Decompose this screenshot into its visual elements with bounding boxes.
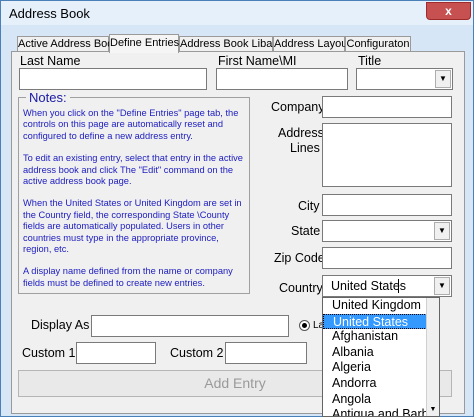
company-label: Company xyxy=(271,100,325,114)
state-label: State xyxy=(291,224,321,238)
zip-code-label: Zip Code xyxy=(274,251,325,265)
chevron-down-icon[interactable]: ▼ xyxy=(434,222,450,240)
custom-1-label: Custom 1 xyxy=(22,346,76,360)
address-label: Address xyxy=(278,126,324,140)
dropdown-scrollbar[interactable]: ▼ xyxy=(426,298,439,416)
title-label: Title xyxy=(358,54,382,68)
custom-2-input[interactable] xyxy=(225,342,307,364)
country-options: United Kingdom United States Afghanistan Al… xyxy=(323,298,439,416)
country-combo[interactable]: United States ▼ xyxy=(322,275,452,297)
country-option[interactable]: Albania xyxy=(323,345,427,361)
notes-title: Notes: xyxy=(26,90,70,105)
country-option[interactable]: Angola xyxy=(323,392,427,408)
notes-paragraph: When you click on the "Define Entries" p… xyxy=(23,108,239,141)
country-option[interactable]: Antigua and Barbuda xyxy=(323,407,439,416)
tab-address-book-libary[interactable]: Address Book Libary xyxy=(179,36,282,52)
display-as-label: Display As xyxy=(31,318,90,332)
close-button[interactable]: x xyxy=(426,2,471,20)
notes-paragraph: To edit an existing entry, select that e… xyxy=(23,153,243,187)
state-combo[interactable]: ▼ xyxy=(322,220,452,242)
notes-paragraph: When the United States or United Kingdom… xyxy=(23,198,242,255)
notes-box: Notes: When you click on the "Define Ent… xyxy=(18,90,250,294)
country-option[interactable]: United States xyxy=(323,313,427,330)
custom-1-input[interactable] xyxy=(76,342,156,364)
country-option[interactable]: Andorra xyxy=(323,376,427,392)
text-cursor xyxy=(398,279,399,293)
city-label: City xyxy=(298,199,320,213)
country-label: Country xyxy=(279,281,323,295)
notes-body: When you click on the "Define Entries" p… xyxy=(23,108,248,300)
chevron-down-icon[interactable]: ▼ xyxy=(434,277,450,295)
company-input[interactable] xyxy=(322,96,452,118)
scroll-down-icon[interactable]: ▼ xyxy=(427,404,439,416)
country-value: United States xyxy=(331,279,407,293)
address-lines-input[interactable] xyxy=(322,123,452,187)
tab-active-address-book[interactable]: Active Address Book xyxy=(17,36,119,52)
first-name-input[interactable] xyxy=(216,68,348,90)
country-option[interactable]: United Kingdom xyxy=(323,298,427,314)
first-name-label: First Name\MI xyxy=(218,54,297,68)
lines-label: Lines xyxy=(290,141,320,155)
notes-paragraph: A display name defined from the name or … xyxy=(23,266,233,288)
display-radio[interactable] xyxy=(299,320,310,331)
city-input[interactable] xyxy=(322,194,452,216)
last-name-label: Last Name xyxy=(20,54,81,68)
last-name-input[interactable] xyxy=(19,68,207,90)
custom-2-label: Custom 2 xyxy=(170,346,224,360)
display-as-input[interactable] xyxy=(91,315,289,337)
tab-define-entries[interactable]: Define Entries xyxy=(109,34,179,53)
title-combo[interactable]: ▼ xyxy=(356,68,453,90)
country-option[interactable]: Algeria xyxy=(323,360,427,376)
window-title: Address Book xyxy=(9,6,90,21)
tab-address-layout[interactable]: Address Layout xyxy=(273,36,350,52)
tab-configuraton[interactable]: Configuraton xyxy=(345,36,411,52)
radio-dot xyxy=(302,323,307,328)
country-dropdown-list[interactable]: United Kingdom United States Afghanistan Al… xyxy=(322,297,440,417)
close-icon: x xyxy=(445,4,452,18)
country-option[interactable]: Afghanistan xyxy=(323,329,427,345)
title-bar: Address Book x xyxy=(1,1,473,25)
chevron-down-icon[interactable]: ▼ xyxy=(435,70,451,88)
tab-strip: Active Address Book Define Entries Addre… xyxy=(15,34,455,53)
zip-code-input[interactable] xyxy=(322,247,452,269)
